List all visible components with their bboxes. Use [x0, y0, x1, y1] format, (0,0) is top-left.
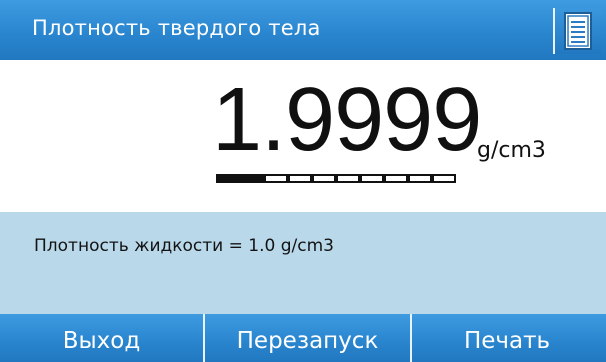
stability-segment [288, 174, 312, 183]
menu-button[interactable] [553, 8, 601, 54]
density-value: 1.9999 [212, 70, 482, 170]
stability-segment [384, 174, 408, 183]
stability-segment [432, 174, 456, 183]
exit-button[interactable]: Выход [0, 314, 205, 362]
liquid-density-text: Плотность жидкости = 1.0 g/cm3 [34, 236, 334, 256]
document-list-icon [564, 12, 592, 50]
info-panel: Плотность жидкости = 1.0 g/cm3 [0, 212, 606, 314]
stability-segment [336, 174, 360, 183]
title-bar: Плотность твердого тела [0, 0, 606, 60]
page-title: Плотность твердого тела [32, 16, 321, 40]
stability-segment [264, 174, 288, 183]
density-unit: g/cm3 [477, 138, 546, 163]
print-button[interactable]: Печать [412, 314, 602, 362]
balance-screen: Плотность твердого тела 1.9999 g/cm3 Пло… [0, 0, 606, 362]
stability-segment [240, 174, 264, 183]
stability-segment [312, 174, 336, 183]
footer-button-bar: Выход Перезапуск Печать [0, 314, 606, 362]
stability-segment [360, 174, 384, 183]
stability-segment [216, 174, 240, 183]
stability-segment [408, 174, 432, 183]
restart-button[interactable]: Перезапуск [205, 314, 412, 362]
